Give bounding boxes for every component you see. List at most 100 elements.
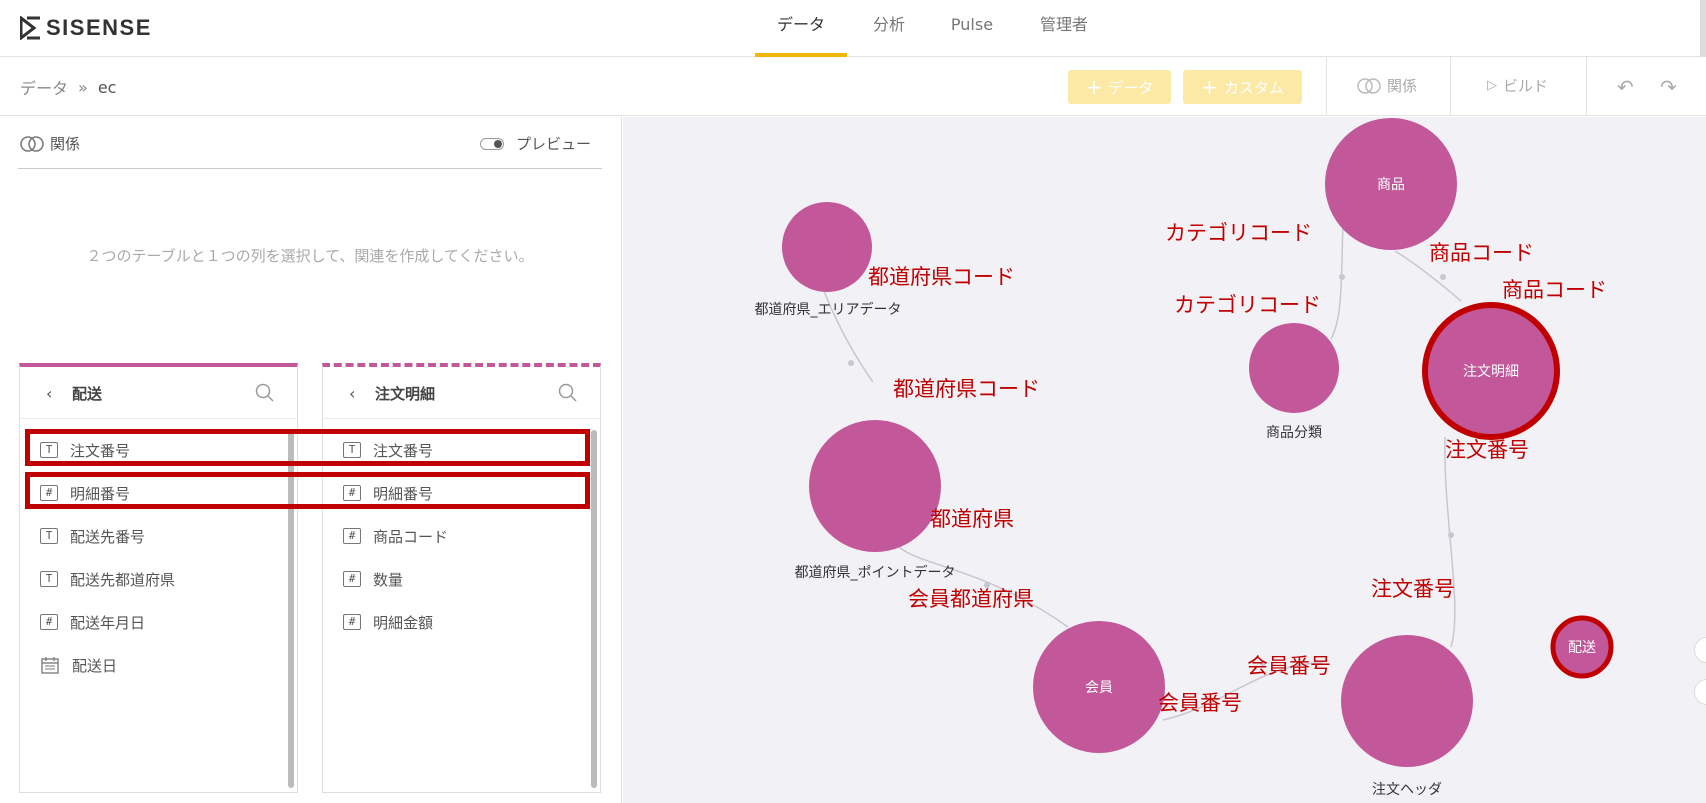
tab-admin[interactable]: 管理者 <box>1030 0 1098 57</box>
topbar-edge <box>1700 0 1706 57</box>
node-point[interactable] <box>809 420 941 552</box>
column-item[interactable]: 配送日 <box>40 653 117 677</box>
tab-pulse[interactable]: Pulse <box>940 0 1004 57</box>
add-data-button[interactable]: + データ <box>1068 70 1171 104</box>
breadcrumb-separator: » <box>78 77 88 97</box>
relations-icon <box>1357 77 1381 94</box>
undo-icon: ↶ <box>1617 75 1634 99</box>
relations-header: 関係 <box>20 133 80 154</box>
relation-line[interactable] <box>1330 223 1344 340</box>
table-panel-header: ‹ 注文明細 <box>323 367 600 419</box>
highlight-box-order-number <box>25 429 590 466</box>
node-label-area: 都道府県_エリアデータ <box>754 302 902 318</box>
back-chevron-icon[interactable]: ‹ <box>349 384 355 403</box>
relation-label: 会員都道府県 <box>908 587 1034 611</box>
relation-label: カテゴリコード <box>1165 221 1312 245</box>
node-label-bunrui: 商品分類 <box>1266 425 1322 441</box>
divider <box>18 168 602 169</box>
toolbar-divider <box>1326 57 1327 115</box>
column-item[interactable]: T 配送先番号 <box>40 524 145 548</box>
column-name: 配送先番号 <box>70 527 146 546</box>
sisense-logo-icon <box>20 16 40 40</box>
table-panel-left: ‹ 配送 T 注文番号 # 明細番号 T 配送先番号 T 配送先都道府県 # 配送年月日 … <box>19 363 298 793</box>
breadcrumb-root[interactable]: データ <box>20 75 68 99</box>
toolbar-divider <box>1586 57 1587 115</box>
add-custom-button[interactable]: + カスタム <box>1183 70 1302 104</box>
column-name: 配送先都道府県 <box>70 570 176 589</box>
search-icon[interactable] <box>558 383 578 403</box>
preview-label: プレビュー <box>516 135 592 153</box>
relation-line[interactable] <box>1444 436 1456 648</box>
tab-analytics-label: 分析 <box>872 15 905 34</box>
redo-icon: ↷ <box>1660 75 1677 99</box>
relations-icon <box>20 135 44 152</box>
column-item[interactable]: # 明細金額 <box>343 610 433 634</box>
relation-label: 会員番号 <box>1158 691 1242 715</box>
relation-label: カテゴリコード <box>1174 293 1321 317</box>
column-item[interactable]: # 数量 <box>343 567 403 591</box>
scrollbar[interactable] <box>591 430 597 788</box>
logo-text: SISENSE <box>46 15 152 40</box>
table-title: 配送 <box>72 385 103 403</box>
relation-label: 注文番号 <box>1371 577 1455 601</box>
build-label: ビルド <box>1503 77 1549 95</box>
top-navigation-bar: SISENSE データ 分析 Pulse 管理者 <box>0 0 1706 57</box>
build-button[interactable]: ▷ ビルド <box>1487 75 1548 96</box>
node-label-header: 注文ヘッダ <box>1372 782 1442 798</box>
play-icon: ▷ <box>1487 78 1497 93</box>
node-area[interactable] <box>782 202 872 292</box>
node-label-haisou: 配送 <box>1568 640 1596 656</box>
node-label-point: 都道府県_ポイントデータ <box>794 565 956 581</box>
column-item[interactable]: # 商品コード <box>343 524 448 548</box>
relations-label: 関係 <box>1387 77 1418 95</box>
plus-icon: + <box>1201 75 1218 99</box>
relation-label: 都道府県 <box>930 507 1014 531</box>
calendar-icon <box>41 657 59 674</box>
search-icon[interactable] <box>255 383 275 403</box>
column-name: 配送年月日 <box>70 613 146 632</box>
relation-label: 都道府県コード <box>893 377 1040 401</box>
undo-button[interactable]: ↶ <box>1617 75 1634 99</box>
table-panel-right: ‹ 注文明細 T 注文番号 # 明細番号 # 商品コード # 数量 # 明細金額 <box>322 363 601 793</box>
add-data-label: データ <box>1108 78 1154 97</box>
node-label-chumon-meisai: 注文明細 <box>1463 364 1519 380</box>
relation-label: 商品コード <box>1429 241 1534 265</box>
relations-button[interactable]: 関係 <box>1357 75 1417 96</box>
relation-label: 商品コード <box>1502 278 1607 302</box>
plus-icon: + <box>1085 75 1103 99</box>
relations-title: 関係 <box>50 135 81 153</box>
tab-data[interactable]: データ <box>755 0 847 57</box>
toggle-switch-icon[interactable] <box>480 137 504 150</box>
tab-pulse-label: Pulse <box>950 15 994 34</box>
number-type-icon: # <box>343 571 361 587</box>
node-label-kaiin: 会員 <box>1085 680 1113 696</box>
number-type-icon: # <box>40 614 58 630</box>
text-type-icon: T <box>40 528 58 544</box>
node-header[interactable] <box>1341 635 1473 767</box>
sisense-logo[interactable]: SISENSE <box>20 15 152 41</box>
redo-button[interactable]: ↷ <box>1660 75 1677 99</box>
toolbar: データ » ec + データ + カスタム 関係 ▷ ビルド ↶ ↷ <box>0 57 1706 116</box>
table-title: 注文明細 <box>375 385 436 403</box>
relation-hint: ２つのテーブルと１つの列を選択して、関連を作成してください。 <box>86 247 534 265</box>
column-item[interactable]: # 配送年月日 <box>40 610 145 634</box>
column-name: 明細金額 <box>373 613 434 632</box>
node-label-shohin: 商品 <box>1377 177 1405 193</box>
relation-label: 注文番号 <box>1445 438 1529 462</box>
highlight-box-line-number <box>25 472 590 509</box>
toolbar-divider <box>1450 57 1451 115</box>
relation-label: 会員番号 <box>1247 654 1331 678</box>
relations-diagram-canvas[interactable]: 商品 注文明細 会員 配送 都道府県_エリアデータ 都道府県_ポイントデータ 商… <box>623 117 1706 803</box>
breadcrumb-current: ec <box>97 77 117 97</box>
tab-admin-label: 管理者 <box>1039 15 1088 34</box>
number-type-icon: # <box>343 528 361 544</box>
tab-data-label: データ <box>776 15 825 34</box>
column-name: 商品コード <box>373 527 449 546</box>
column-item[interactable]: T 配送先都道府県 <box>40 567 175 591</box>
tab-analytics[interactable]: 分析 <box>855 0 923 57</box>
relation-label: 都道府県コード <box>868 265 1015 289</box>
node-bunrui[interactable] <box>1249 323 1339 413</box>
back-chevron-icon[interactable]: ‹ <box>46 384 52 403</box>
preview-toggle[interactable]: プレビュー <box>480 133 591 154</box>
column-name: 配送日 <box>72 656 118 675</box>
